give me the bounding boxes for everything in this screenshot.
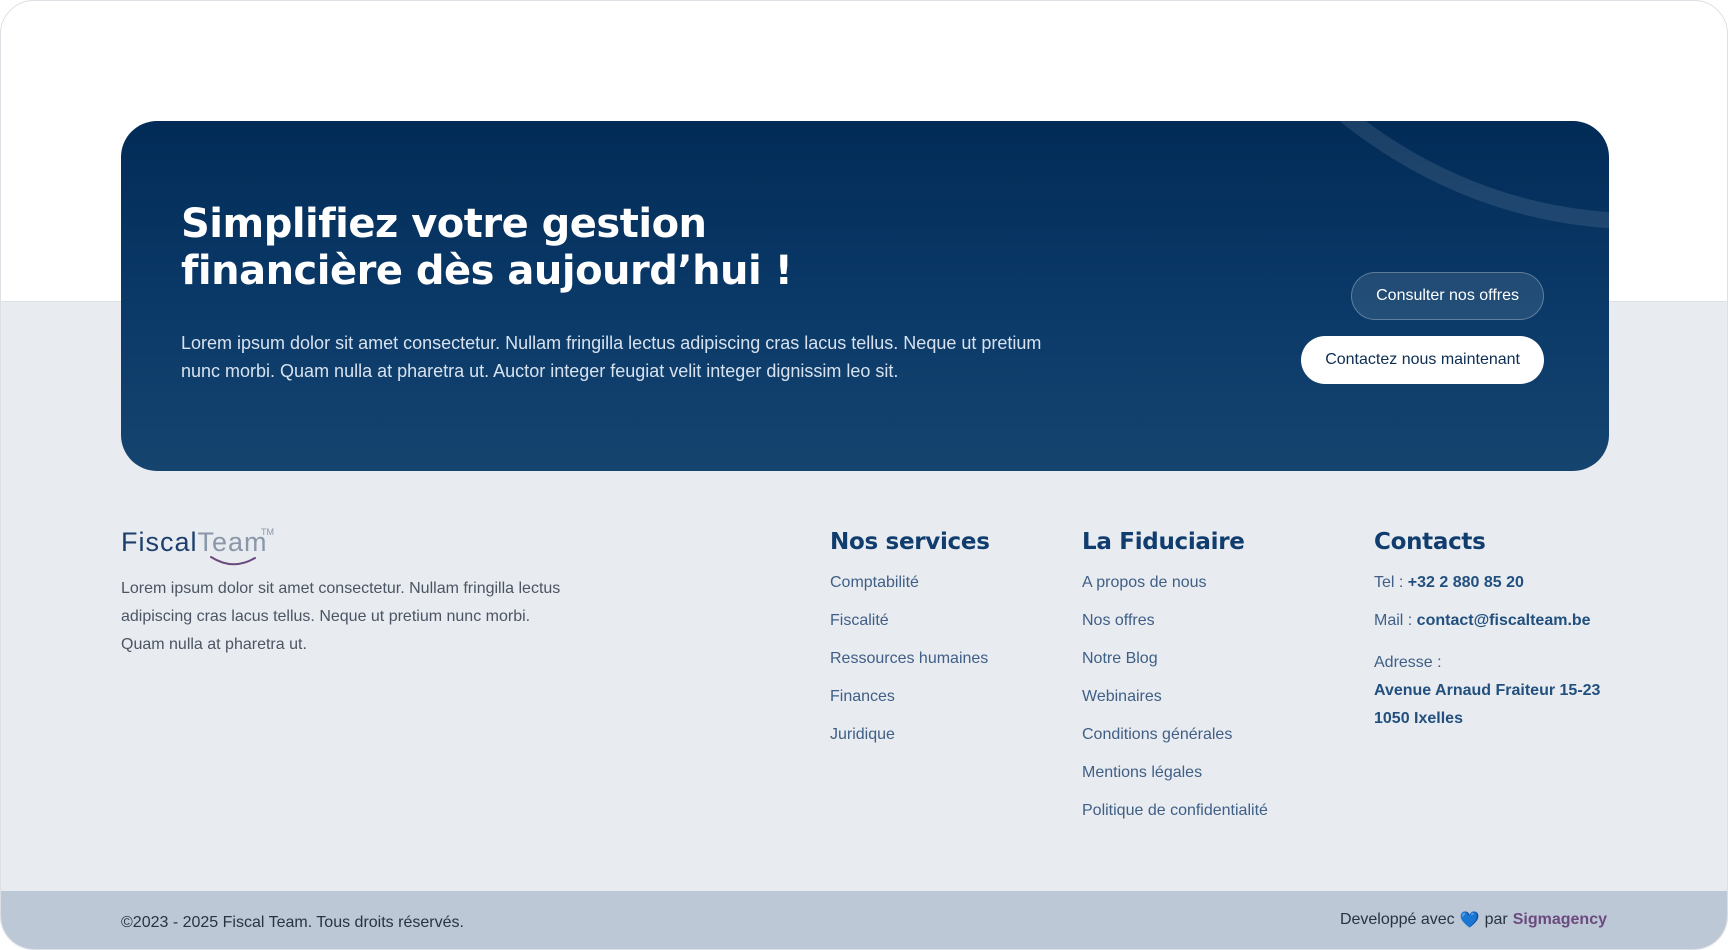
cta-description: Lorem ipsum dolor sit amet consectetur. … xyxy=(181,333,1042,381)
fiscalteam-logo[interactable]: FiscalTeam TM xyxy=(121,527,291,567)
address-line-1: Avenue Arnaud Fraiteur 15-23 xyxy=(1374,682,1601,699)
footer-link-fiscalite[interactable]: Fiscalité xyxy=(830,611,990,649)
footer-column-services: Nos services Comptabilité Fiscalité Ress… xyxy=(830,529,990,763)
address-label: Adresse : xyxy=(1374,654,1442,671)
footer-about-text: Lorem ipsum dolor sit amet consectetur. … xyxy=(121,580,561,653)
contact-now-button[interactable]: Contactez nous maintenant xyxy=(1301,336,1544,384)
phone-label: Tel : xyxy=(1374,574,1408,591)
logo-wordmark: FiscalTeam xyxy=(121,527,268,557)
footer-link-juridique[interactable]: Juridique xyxy=(830,725,990,763)
footer-link-offers[interactable]: Nos offres xyxy=(1082,611,1268,649)
view-offers-button[interactable]: Consulter nos offres xyxy=(1351,272,1544,320)
page-frame: Simplifiez votre gestion financière dès … xyxy=(0,0,1728,950)
mail-label: Mail : xyxy=(1374,612,1417,629)
cta-banner: Simplifiez votre gestion financière dès … xyxy=(121,121,1609,471)
credit-by: par xyxy=(1484,911,1508,928)
heart-icon: 💙 xyxy=(1459,912,1480,929)
footer-link-blog[interactable]: Notre Blog xyxy=(1082,649,1268,687)
contact-mail: Mail : contact@fiscalteam.be xyxy=(1374,611,1600,649)
contacts-heading: Contacts xyxy=(1374,529,1486,555)
footer-column-contacts: Contacts Tel : +32 2 880 85 20 Mail : co… xyxy=(1374,529,1600,733)
contact-phone: Tel : +32 2 880 85 20 xyxy=(1374,573,1600,611)
footer-link-legal[interactable]: Mentions légales xyxy=(1082,763,1268,801)
footer-link-about[interactable]: A propos de nous xyxy=(1082,573,1268,611)
copyright-text: ©2023 - 2025 Fiscal Team. Tous droits ré… xyxy=(121,914,464,931)
phone-link[interactable]: +32 2 880 85 20 xyxy=(1408,574,1524,591)
footer-column-fiduciaire: La Fiduciaire A propos de nous Nos offre… xyxy=(1082,529,1268,839)
developer-credit: Developpé avec 💙 par Sigmagency xyxy=(1340,910,1607,930)
footer-link-webinars[interactable]: Webinaires xyxy=(1082,687,1268,725)
trademark-mark: TM xyxy=(261,527,274,537)
footer-link-finances[interactable]: Finances xyxy=(830,687,990,725)
footer-link-terms[interactable]: Conditions générales xyxy=(1082,725,1268,763)
footer-link-privacy[interactable]: Politique de confidentialité xyxy=(1082,801,1268,839)
services-heading: Nos services xyxy=(830,529,990,555)
footer-link-comptabilite[interactable]: Comptabilité xyxy=(830,573,990,611)
decorative-arc xyxy=(1339,121,1609,229)
contact-address: Adresse : Avenue Arnaud Fraiteur 15-23 1… xyxy=(1374,649,1600,733)
credit-prefix: Developpé avec xyxy=(1339,911,1455,928)
address-line-2: 1050 Ixelles xyxy=(1374,710,1463,727)
logo-smile-icon xyxy=(210,556,256,566)
cta-title: Simplifiez votre gestion financière dès … xyxy=(181,201,793,294)
fiduciaire-heading: La Fiduciaire xyxy=(1082,529,1245,555)
sigmagency-link[interactable]: Sigmagency xyxy=(1513,911,1607,929)
mail-link[interactable]: contact@fiscalteam.be xyxy=(1417,612,1591,629)
footer-link-ressources-humaines[interactable]: Ressources humaines xyxy=(830,649,990,687)
